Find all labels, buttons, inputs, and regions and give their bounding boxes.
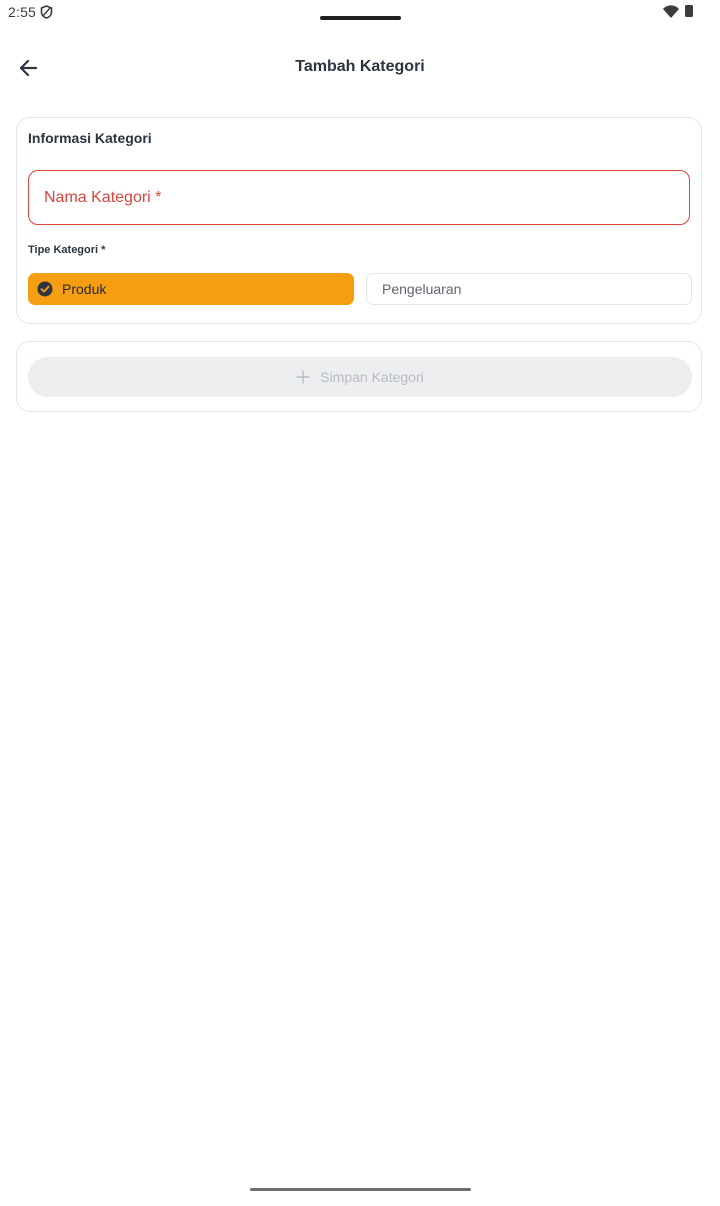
- type-option-pengeluaran[interactable]: Pengeluaran: [366, 273, 692, 305]
- type-option-label: Pengeluaran: [382, 281, 462, 297]
- status-pill: [320, 16, 401, 20]
- category-name-field: [28, 170, 690, 225]
- wifi-icon: [663, 5, 679, 18]
- category-type-label: Tipe Kategori *: [28, 244, 106, 256]
- screen: 2:55 Tambah Kategori Informasi Kategori …: [0, 0, 720, 1206]
- category-name-input[interactable]: [29, 171, 689, 224]
- app-bar: Tambah Kategori: [0, 44, 720, 92]
- type-option-label: Produk: [62, 281, 107, 297]
- type-option-produk[interactable]: Produk: [28, 273, 354, 305]
- battery-icon: [685, 5, 693, 17]
- check-circle-icon: [37, 281, 53, 297]
- actions-card: Simpan Kategori: [16, 341, 702, 412]
- save-button-label: Simpan Kategori: [320, 369, 424, 385]
- plus-icon: [296, 370, 310, 384]
- shield-icon: [40, 5, 53, 19]
- gesture-bar[interactable]: [250, 1188, 471, 1191]
- status-time: 2:55: [8, 4, 37, 20]
- status-bar: 2:55: [0, 0, 720, 26]
- save-category-button[interactable]: Simpan Kategori: [28, 357, 692, 397]
- page-title: Tambah Kategori: [295, 58, 425, 75]
- section-title: Informasi Kategori: [28, 130, 152, 146]
- category-info-card: Informasi Kategori Tipe Kategori * Produ…: [16, 117, 702, 324]
